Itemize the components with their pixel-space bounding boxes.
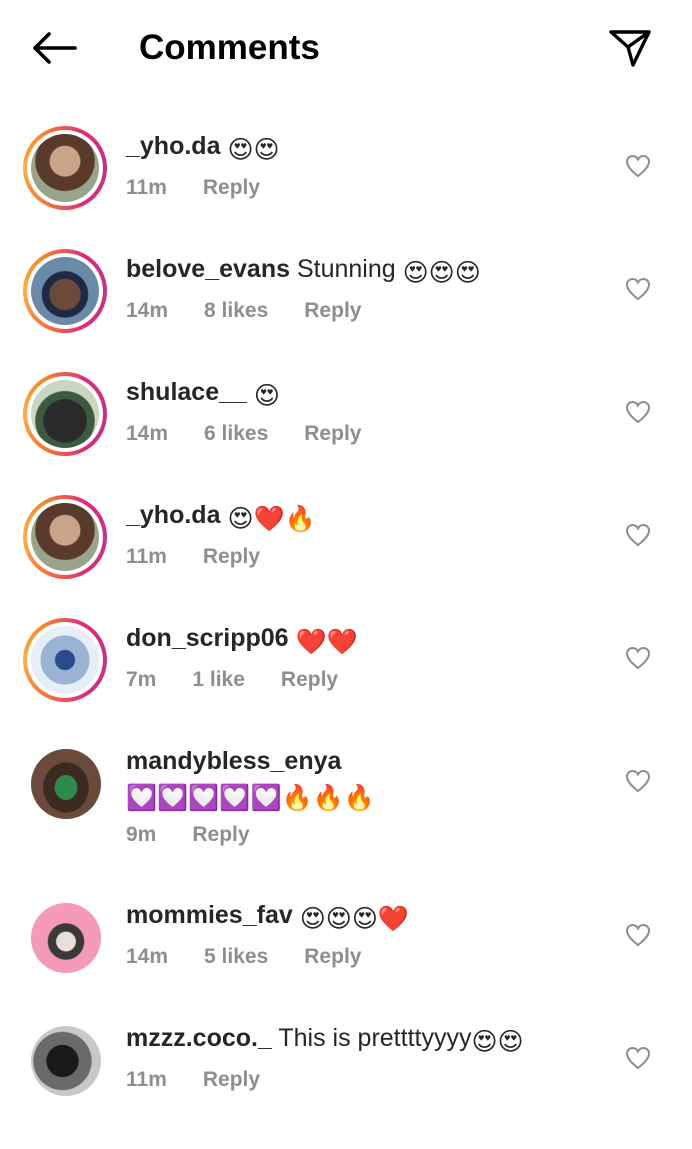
comment-meta: 9m Reply [126,821,286,849]
reply-button[interactable]: Reply [304,299,361,322]
avatar-frame[interactable] [31,749,101,819]
comment-username[interactable]: shulace__ [126,378,247,406]
comment-meta: 11m Reply [126,543,296,571]
reply-button[interactable]: Reply [203,545,260,568]
avatar [31,749,101,819]
comment-text [293,901,300,929]
header-bar: Comments [0,0,692,96]
avatar [31,1026,101,1096]
like-button[interactable] [624,152,652,180]
avatar-frame[interactable] [31,1026,101,1096]
heart-outline-icon [625,523,651,547]
comment-text [220,501,227,529]
comment-likes[interactable]: 8 likes [204,299,268,322]
story-ring[interactable] [23,126,107,210]
reply-button[interactable]: Reply [203,1068,260,1091]
avatar [31,626,99,694]
avatar [31,903,101,973]
reply-button[interactable]: Reply [304,945,361,968]
reply-button[interactable]: Reply [304,422,361,445]
comment-text [289,624,296,652]
heart-outline-icon [625,277,651,301]
comment-row: mzzz.coco._ This is prettttyyyy😍😍 11m Rep… [0,988,692,1111]
comment-row: shulace__ 😍 14m 6 likes Reply [0,342,692,465]
comment-emojis: ❤️❤️ [295,628,358,656]
comment-text: Stunning [290,255,403,283]
story-ring[interactable] [23,618,107,702]
story-ring[interactable] [23,372,107,456]
reply-button[interactable]: Reply [203,176,260,199]
comment-meta: 14m 8 likes Reply [126,297,397,325]
comment-emojis: 😍❤️🔥 [227,505,316,533]
heart-outline-icon [625,923,651,947]
arrow-left-icon [33,32,77,64]
like-button[interactable] [624,398,652,426]
paper-plane-icon [609,30,651,67]
comment-meta: 11m Reply [126,174,296,202]
comment-emojis: 😍😍😍❤️ [299,905,410,933]
heart-outline-icon [625,400,651,424]
comment-emojis: 💟💟💟💟💟🔥🔥🔥 [126,784,376,812]
comment-username[interactable]: _yho.da [126,501,220,529]
like-button[interactable] [624,275,652,303]
comment-time: 9m [126,823,157,846]
comment-time: 11m [126,176,167,199]
avatar [31,257,99,325]
comment-row: _yho.da 😍😍 11m Reply [0,96,692,219]
comment-time: 14m [126,945,169,968]
comment-emojis: 😍😍 [471,1028,524,1056]
comment-username[interactable]: _yho.da [126,132,220,160]
comment-likes[interactable]: 6 likes [204,422,268,445]
reply-button[interactable]: Reply [192,823,249,846]
comment-meta: 14m 5 likes Reply [126,943,397,971]
like-button[interactable] [624,767,652,795]
comment-meta: 14m 6 likes Reply [126,420,397,448]
comment-meta: 11m Reply [126,1066,296,1094]
comment-emojis: 😍😍 [227,136,280,164]
comment-row: belove_evans Stunning 😍😍😍 14m 8 likes Repl… [0,219,692,342]
like-button[interactable] [624,521,652,549]
page-title: Comments [139,28,320,67]
comment-row: _yho.da 😍❤️🔥 11m Reply [0,465,692,588]
comment-emojis: 😍😍😍 [402,259,481,287]
heart-outline-icon [625,769,651,793]
heart-outline-icon [625,1046,651,1070]
comment-time: 14m [126,422,169,445]
avatar-frame[interactable] [31,903,101,973]
comment-username[interactable]: mzzz.coco._ [126,1024,272,1052]
like-button[interactable] [624,1044,652,1072]
comment-username[interactable]: don_scripp06 [126,624,289,652]
comment-row: mommies_fav 😍😍😍❤️ 14m 5 likes Reply [0,865,692,988]
like-button[interactable] [624,921,652,949]
heart-outline-icon [625,646,651,670]
comment-emojis: 😍 [253,382,280,410]
comment-time: 11m [126,545,167,568]
comment-row: don_scripp06 ❤️❤️ 7m 1 like Reply [0,588,692,711]
comment-likes[interactable]: 1 like [192,668,245,691]
comment-meta: 7m 1 like Reply [126,666,374,694]
like-button[interactable] [624,644,652,672]
avatar [31,503,99,571]
comment-text: This is prettttyyyy [271,1024,472,1052]
comment-likes[interactable]: 5 likes [204,945,268,968]
comment-row: mandybless_enya 💟💟💟💟💟🔥🔥🔥 9m Reply [0,711,692,865]
heart-outline-icon [625,154,651,178]
avatar [31,134,99,202]
comment-username[interactable]: mandybless_enya [126,747,341,775]
avatar [31,380,99,448]
comment-time: 7m [126,668,157,691]
comment-username[interactable]: mommies_fav [126,901,293,929]
comment-time: 14m [126,299,169,322]
comment-text [247,378,254,406]
comment-time: 11m [126,1068,167,1091]
back-button[interactable] [28,26,80,70]
reply-button[interactable]: Reply [281,668,338,691]
comment-username[interactable]: belove_evans [126,255,290,283]
story-ring[interactable] [23,495,107,579]
story-ring[interactable] [23,249,107,333]
share-button[interactable] [604,24,656,72]
